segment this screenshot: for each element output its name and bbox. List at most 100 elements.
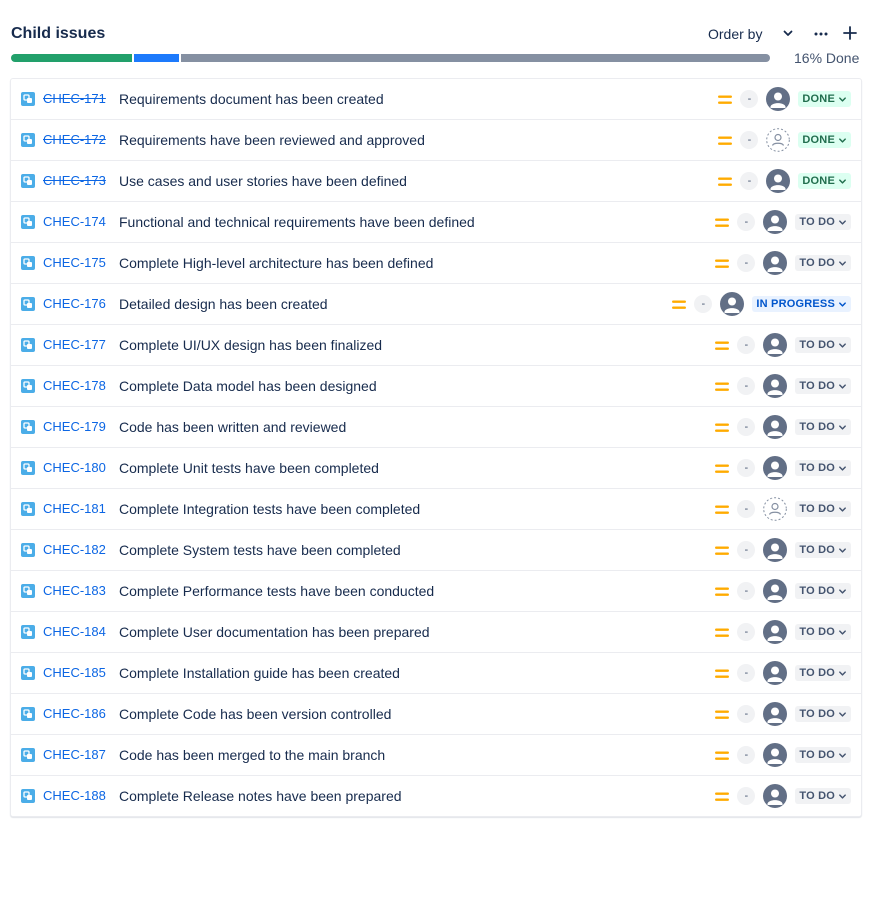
status-dropdown[interactable]: TO DO <box>795 788 851 804</box>
issue-summary[interactable]: Functional and technical requirements ha… <box>119 213 475 231</box>
assignee-avatar-icon[interactable] <box>720 292 745 316</box>
issue-row[interactable]: CHEC-186 Complete Code has been version c… <box>11 693 861 734</box>
estimate-badge: - <box>740 90 759 108</box>
issue-key-link[interactable]: CHEC-187 <box>43 747 106 763</box>
issue-key-link[interactable]: CHEC-173 <box>43 173 106 189</box>
issue-summary[interactable]: Complete Performance tests have been con… <box>119 582 434 600</box>
status-dropdown[interactable]: TO DO <box>795 337 851 353</box>
assignee-avatar-icon[interactable] <box>763 374 788 398</box>
status-dropdown[interactable]: TO DO <box>795 460 851 476</box>
issue-key-link[interactable]: CHEC-185 <box>43 665 106 681</box>
issue-summary[interactable]: Requirements document has been created <box>119 90 384 108</box>
status-dropdown[interactable]: TO DO <box>795 665 851 681</box>
add-child-issue-icon[interactable] <box>842 25 858 41</box>
assignee-avatar-icon[interactable] <box>763 456 788 480</box>
issue-row[interactable]: CHEC-171 Requirements document has been c… <box>11 79 861 119</box>
estimate-badge: - <box>740 131 759 149</box>
status-dropdown[interactable]: TO DO <box>795 542 851 558</box>
issue-summary[interactable]: Detailed design has been created <box>119 295 328 313</box>
assignee-avatar-icon[interactable] <box>766 87 791 111</box>
status-dropdown[interactable]: TO DO <box>795 501 851 517</box>
issue-row[interactable]: CHEC-182 Complete System tests have been … <box>11 529 861 570</box>
unassigned-avatar-icon[interactable] <box>763 497 788 521</box>
assignee-avatar-icon[interactable] <box>763 415 788 439</box>
status-dropdown[interactable]: TO DO <box>795 624 851 640</box>
issue-key-link[interactable]: CHEC-172 <box>43 132 106 148</box>
estimate-badge: - <box>737 336 756 354</box>
issue-summary[interactable]: Complete User documentation has been pre… <box>119 623 430 641</box>
issue-row[interactable]: CHEC-177 Complete UI/UX design has been f… <box>11 324 861 365</box>
assignee-avatar-icon[interactable] <box>766 169 791 193</box>
status-dropdown[interactable]: TO DO <box>795 378 851 394</box>
status-dropdown[interactable]: TO DO <box>795 583 851 599</box>
issue-summary[interactable]: Complete Data model has been designed <box>119 377 377 395</box>
issue-row[interactable]: CHEC-185 Complete Installation guide has … <box>11 652 861 693</box>
issue-summary[interactable]: Code has been written and reviewed <box>119 418 346 436</box>
issue-row[interactable]: CHEC-172 Requirements have been reviewed … <box>11 119 861 160</box>
issue-key-link[interactable]: CHEC-177 <box>43 337 106 353</box>
issue-summary[interactable]: Complete System tests have been complete… <box>119 541 401 559</box>
issue-summary[interactable]: Complete UI/UX design has been finalized <box>119 336 382 354</box>
issue-key-link[interactable]: CHEC-174 <box>43 214 106 230</box>
order-by-button[interactable]: Order by <box>708 25 762 43</box>
issue-row[interactable]: CHEC-183 Complete Performance tests have … <box>11 570 861 611</box>
assignee-avatar-icon[interactable] <box>763 579 788 603</box>
issue-key-link[interactable]: CHEC-188 <box>43 788 106 804</box>
more-options-icon[interactable] <box>813 26 829 42</box>
issue-summary[interactable]: Use cases and user stories have been def… <box>119 172 407 190</box>
issue-summary[interactable]: Requirements have been reviewed and appr… <box>119 131 425 149</box>
issue-key-link[interactable]: CHEC-180 <box>43 460 106 476</box>
issue-key-link[interactable]: CHEC-178 <box>43 378 106 394</box>
assignee-avatar-icon[interactable] <box>763 743 788 767</box>
status-dropdown[interactable]: DONE <box>798 91 851 107</box>
status-dropdown[interactable]: DONE <box>798 173 851 189</box>
issue-row[interactable]: CHEC-175 Complete High-level architecture… <box>11 242 861 283</box>
assignee-avatar-icon[interactable] <box>763 251 788 275</box>
issue-row[interactable]: CHEC-176 Detailed design has been created… <box>11 283 861 324</box>
issue-summary[interactable]: Complete Unit tests have been completed <box>119 459 379 477</box>
issue-key-link[interactable]: CHEC-186 <box>43 706 106 722</box>
issue-row[interactable]: CHEC-173 Use cases and user stories have … <box>11 160 861 201</box>
status-dropdown[interactable]: DONE <box>798 132 851 148</box>
issue-summary[interactable]: Code has been merged to the main branch <box>119 746 385 764</box>
status-dropdown[interactable]: TO DO <box>795 255 851 271</box>
issue-key-link[interactable]: CHEC-176 <box>43 296 106 312</box>
issue-row[interactable]: CHEC-180 Complete Unit tests have been co… <box>11 447 861 488</box>
issue-key-link[interactable]: CHEC-183 <box>43 583 106 599</box>
assignee-avatar-icon[interactable] <box>763 702 788 726</box>
assignee-avatar-icon[interactable] <box>763 620 788 644</box>
unassigned-avatar-icon[interactable] <box>766 128 791 152</box>
issue-key-link[interactable]: CHEC-179 <box>43 419 106 435</box>
issue-summary[interactable]: Complete High-level architecture has bee… <box>119 254 433 272</box>
issue-key-link[interactable]: CHEC-184 <box>43 624 106 640</box>
issue-row[interactable]: CHEC-174 Functional and technical require… <box>11 201 861 242</box>
issue-key-link[interactable]: CHEC-181 <box>43 501 106 517</box>
issue-row[interactable]: CHEC-184 Complete User documentation has … <box>11 611 861 652</box>
assignee-avatar-icon[interactable] <box>763 333 788 357</box>
status-dropdown[interactable]: TO DO <box>795 747 851 763</box>
issue-summary[interactable]: Complete Installation guide has been cre… <box>119 664 400 682</box>
chevron-down-icon[interactable] <box>782 27 794 39</box>
status-dropdown[interactable]: IN PROGRESS <box>752 296 851 312</box>
issue-row[interactable]: CHEC-187 Code has been merged to the main… <box>11 734 861 775</box>
issue-row[interactable]: CHEC-181 Complete Integration tests have … <box>11 488 861 529</box>
issue-summary[interactable]: Complete Code has been version controlle… <box>119 705 391 723</box>
issue-meta: - TO DO <box>715 735 851 775</box>
issue-key-link[interactable]: CHEC-175 <box>43 255 106 271</box>
chevron-down-icon <box>839 260 846 266</box>
issue-summary[interactable]: Complete Integration tests have been com… <box>119 500 420 518</box>
issue-summary[interactable]: Complete Release notes have been prepare… <box>119 787 402 805</box>
issue-meta: - TO DO <box>715 776 851 816</box>
assignee-avatar-icon[interactable] <box>763 784 788 808</box>
assignee-avatar-icon[interactable] <box>763 538 788 562</box>
assignee-avatar-icon[interactable] <box>763 661 788 685</box>
issue-row[interactable]: CHEC-179 Code has been written and review… <box>11 406 861 447</box>
issue-key-link[interactable]: CHEC-171 <box>43 91 106 107</box>
status-dropdown[interactable]: TO DO <box>795 706 851 722</box>
status-dropdown[interactable]: TO DO <box>795 214 851 230</box>
issue-row[interactable]: CHEC-188 Complete Release notes have been… <box>11 775 861 816</box>
issue-row[interactable]: CHEC-178 Complete Data model has been des… <box>11 365 861 406</box>
status-dropdown[interactable]: TO DO <box>795 419 851 435</box>
issue-key-link[interactable]: CHEC-182 <box>43 542 106 558</box>
assignee-avatar-icon[interactable] <box>763 210 788 234</box>
